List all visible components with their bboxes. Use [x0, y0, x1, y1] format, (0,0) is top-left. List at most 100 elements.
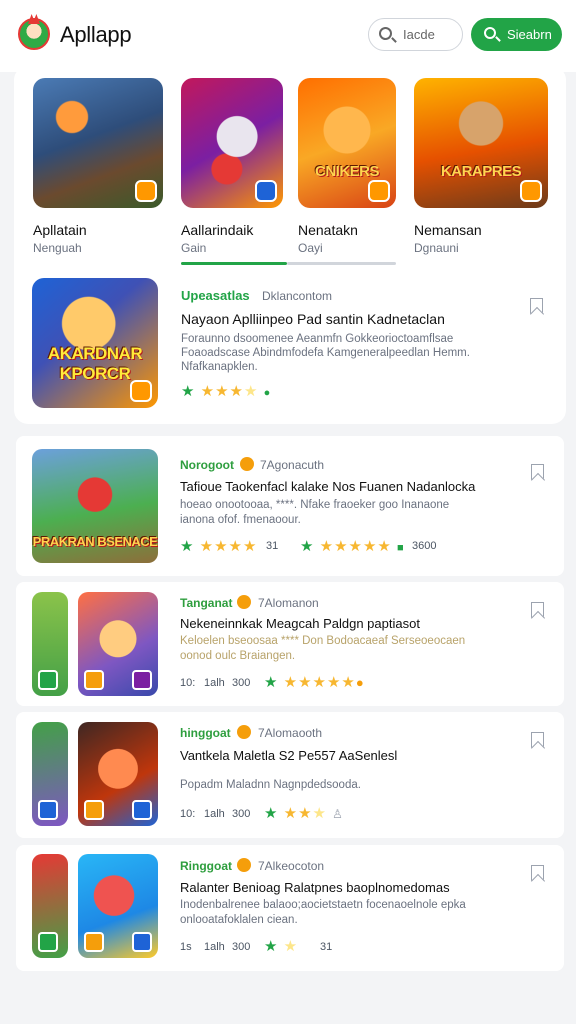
spotlight-description: Foraunno dsoomenee Aeanmfn Gokkeorioctoa… [181, 333, 470, 373]
spotlight-tag[interactable]: Upeasatlas [181, 288, 250, 303]
spotlight-headline[interactable]: Nayaon Aplliinpeo Pad santin Kadnetaclan [181, 311, 445, 327]
row-foot-b: 1alh [204, 941, 225, 953]
list-item[interactable]: hinggoat 7Alomaooth Vantkela Maletla S2 … [16, 712, 564, 838]
badge-icon [38, 670, 58, 690]
list-item[interactable]: PRAKRAN BSENACE Norogoot 7Agonacuth Tafi… [16, 436, 564, 576]
app-thumbnail[interactable]: PRAKRAN BSENACE [32, 449, 158, 563]
row-title[interactable]: Tafioue Taokenfacl kalake Nos Fuanen Nad… [180, 479, 475, 494]
review-count: 31 [320, 941, 333, 953]
tile-logo-text: PRAKRAN BSENACE [32, 534, 158, 549]
featured-section: CNIKERS KARAPRES Apllatain Nenguah Aalla… [14, 66, 566, 424]
row-foot-a: 10: [180, 677, 196, 689]
badge-icon [132, 800, 152, 820]
row-title[interactable]: Nekeneinnkak Meagcah Paldgn paptiasot [180, 616, 420, 631]
spotlight-tile[interactable]: AKARDNAR KPORCR [32, 278, 158, 408]
search-icon [484, 27, 496, 39]
featured-tile-1[interactable] [33, 78, 163, 208]
row-title[interactable]: Ralanter Benioag Ralatpnes baoplnomedoma… [180, 880, 450, 895]
spotlight-meta: Dklancontom [262, 289, 333, 303]
verified-icon [237, 858, 251, 872]
verified-icon [237, 595, 251, 609]
row-foot-a: 1s [180, 941, 192, 953]
app-thumbnail[interactable] [32, 854, 68, 958]
row-foot-b: 1alh [204, 808, 225, 820]
search-icon [379, 27, 392, 40]
badge-icon [132, 670, 152, 690]
featured-tile-2[interactable] [181, 78, 283, 208]
row-meta: 7Agonacuth [260, 458, 325, 472]
download-count: 3600 [412, 540, 437, 552]
tab-indicator [287, 262, 396, 265]
row-tag[interactable]: Norogoot [180, 458, 234, 472]
badge-icon [84, 932, 104, 952]
badge-icon [135, 180, 157, 202]
row-foot-c: 300 [232, 677, 251, 689]
tile-logo-text: CNIKERS [314, 163, 380, 180]
badge-icon [84, 670, 104, 690]
badge-icon [255, 180, 277, 202]
search-input[interactable]: Iacde [368, 18, 463, 51]
featured-tile-4[interactable]: KARAPRES [414, 78, 548, 208]
badge-icon [520, 180, 542, 202]
row-foot-a: 10: [180, 808, 196, 820]
verified-icon [237, 725, 251, 739]
app-header: Apllapp Iacde Sieabrn [0, 0, 576, 72]
list-item[interactable]: Tanganat 7Alomanon Nekeneinnkak Meagcah … [16, 582, 564, 706]
tile-logo-text: KARAPRES [440, 163, 522, 180]
row-description: hoeao onootooaa, ****. Nfake fraoeker go… [180, 499, 450, 526]
badge-icon [130, 380, 152, 402]
review-count: 31 [266, 540, 279, 552]
app-thumbnail[interactable] [32, 722, 68, 826]
featured-name[interactable]: Nemansan [414, 222, 482, 238]
app-thumbnail[interactable] [78, 854, 158, 958]
featured-sub: Dgnauni [414, 241, 459, 255]
featured-sub: Oayi [298, 241, 323, 255]
rating-stars: ★ ★★★★ [180, 538, 258, 555]
verified-icon [240, 457, 254, 471]
search-button-label: Sieabrn [507, 27, 552, 42]
badge-icon [132, 932, 152, 952]
featured-name[interactable]: Aallarindaik [181, 222, 253, 238]
featured-sub: Gain [181, 241, 207, 255]
rating-stars: ★ ★★★★ ● [181, 383, 272, 400]
search-placeholder: Iacde [403, 27, 435, 42]
featured-sub: Nenguah [33, 241, 82, 255]
featured-tile-3[interactable]: CNIKERS [298, 78, 396, 208]
badge-icon [84, 800, 104, 820]
row-description: Inodenbalrenee balaoo;aocietstaetn focen… [180, 899, 466, 926]
row-tag[interactable]: hinggoat [180, 726, 231, 740]
app-title: Apllapp [60, 22, 132, 47]
app-thumbnail[interactable] [78, 592, 158, 696]
search-button[interactable]: Sieabrn [471, 18, 562, 51]
row-meta: 7Alomanon [258, 596, 319, 610]
app-thumbnail[interactable] [32, 592, 68, 696]
bookmark-icon[interactable] [531, 464, 544, 480]
row-tag[interactable]: Tanganat [180, 596, 232, 610]
app-logo[interactable] [18, 18, 50, 50]
row-title[interactable]: Vantkela Maletla S2 Pe557 AaSenlesl [180, 748, 397, 763]
badge-icon [38, 932, 58, 952]
row-meta: 7Alkeocoton [258, 859, 325, 873]
rating-stars: ★ ★★★ ♙ [264, 805, 344, 822]
bookmark-icon[interactable] [531, 602, 544, 618]
tile-logo-text: AKARDNAR KPORCR [47, 344, 143, 383]
list-item[interactable]: Ringgoat 7Alkeocoton Ralanter Benioag Ra… [16, 845, 564, 971]
row-foot-b: 1alh [204, 677, 225, 689]
row-foot-c: 300 [232, 941, 251, 953]
featured-name[interactable]: Nenatakn [298, 222, 358, 238]
row-description: Popadm Maladnn Nagnpdedsooda. [180, 779, 361, 791]
row-description: Keloelen bseoosaa **** Don Bodoacaeaf Se… [180, 635, 466, 662]
app-thumbnail[interactable] [78, 722, 158, 826]
rating-stars: ★ ★★★★★● [264, 674, 365, 691]
featured-name[interactable]: Apllatain [33, 222, 87, 238]
row-foot-c: 300 [232, 808, 251, 820]
rating-stars: ★ ★★★★★ ■ [300, 538, 405, 555]
badge-icon [38, 800, 58, 820]
rating-stars: ★ ★ [264, 938, 299, 955]
badge-icon [368, 180, 390, 202]
bookmark-icon[interactable] [531, 732, 544, 748]
row-tag[interactable]: Ringgoat [180, 859, 232, 873]
bookmark-icon[interactable] [530, 298, 543, 314]
row-meta: 7Alomaooth [258, 726, 323, 740]
bookmark-icon[interactable] [531, 865, 544, 881]
